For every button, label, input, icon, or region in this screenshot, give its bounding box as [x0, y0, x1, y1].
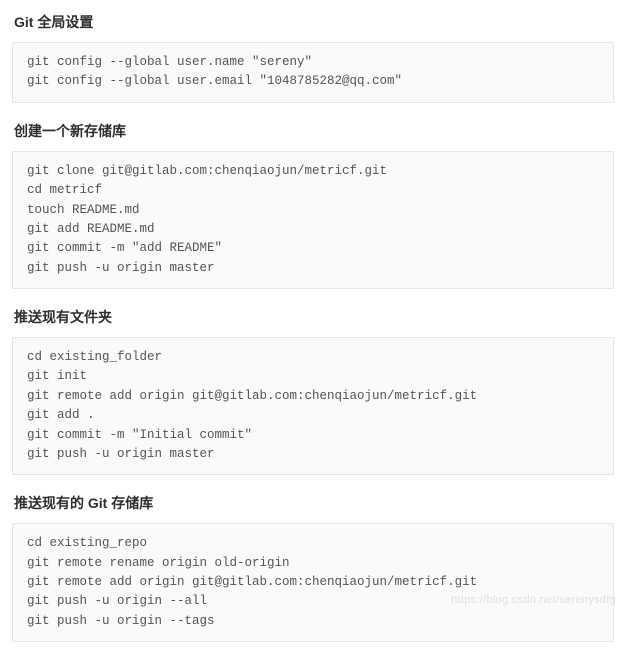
code-block: cd existing_repo git remote rename origi…	[12, 523, 614, 642]
section-title: Git 全局设置	[0, 8, 626, 42]
section-push-existing-git-repo: 推送现有的 Git 存储库 cd existing_repo git remot…	[0, 489, 626, 642]
section-title: 创建一个新存储库	[0, 117, 626, 151]
code-block: cd existing_folder git init git remote a…	[12, 337, 614, 475]
section-create-new-repo: 创建一个新存储库 git clone git@gitlab.com:chenqi…	[0, 117, 626, 289]
section-title: 推送现有的 Git 存储库	[0, 489, 626, 523]
section-title: 推送现有文件夹	[0, 303, 626, 337]
code-block: git config --global user.name "sereny" g…	[12, 42, 614, 103]
section-push-existing-folder: 推送现有文件夹 cd existing_folder git init git …	[0, 303, 626, 475]
section-git-global-settings: Git 全局设置 git config --global user.name "…	[0, 8, 626, 103]
code-block: git clone git@gitlab.com:chenqiaojun/met…	[12, 151, 614, 289]
